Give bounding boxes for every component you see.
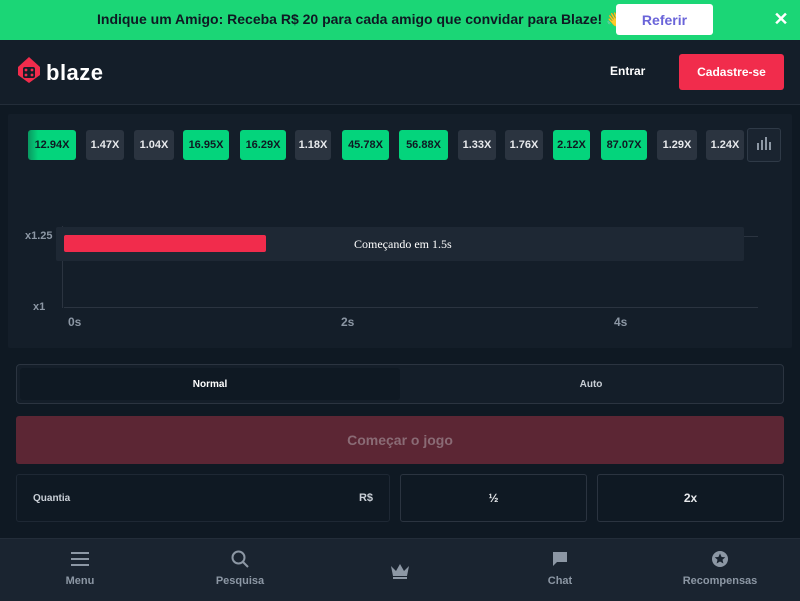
- nav-search-label: Pesquisa: [215, 575, 265, 587]
- x-axis-label: 2s: [341, 315, 355, 329]
- nav-search[interactable]: Pesquisa: [200, 539, 280, 601]
- y-axis-label: x1: [33, 301, 46, 313]
- top-header: blaze Entrar Cadastre-se: [0, 40, 800, 105]
- history-chip: 87.07X: [601, 130, 647, 160]
- bottom-navigation: Menu Pesquisa Chat Recompensas: [0, 538, 800, 601]
- tab-normal[interactable]: Normal: [20, 368, 400, 400]
- stats-button[interactable]: [747, 128, 781, 162]
- nav-chat[interactable]: Chat: [520, 539, 600, 601]
- nav-rewards[interactable]: Recompensas: [670, 539, 770, 601]
- referral-banner: Indique um Amigo: Receba R$ 20 para cada…: [0, 0, 800, 40]
- double-amount-button[interactable]: 2x: [597, 474, 784, 522]
- amount-field[interactable]: Quantia R$: [16, 474, 390, 522]
- amount-label: Quantia: [33, 493, 71, 504]
- rewards-star-icon: [711, 549, 729, 569]
- history-chip: 1.47X: [86, 130, 124, 160]
- history-chip: 16.29X: [240, 130, 286, 160]
- history-chip: 1.18X: [295, 130, 331, 160]
- login-button[interactable]: Entrar: [610, 64, 645, 78]
- history-chip: 45.78X: [342, 130, 389, 160]
- menu-icon: [71, 549, 89, 569]
- round-status-bar: Começando em 1.5s: [56, 227, 744, 261]
- nav-menu[interactable]: Menu: [40, 539, 120, 601]
- history-chip: 56.88X: [399, 130, 448, 160]
- blaze-logo[interactable]: blaze: [16, 56, 104, 89]
- crash-game-panel: 12.94X 1.47X 1.04X 16.95X 16.29X 1.18X 4…: [8, 114, 792, 348]
- x-axis-label: 4s: [614, 315, 628, 329]
- history-chip: 1.24X: [706, 130, 744, 160]
- tab-auto[interactable]: Auto: [402, 368, 780, 400]
- half-amount-button[interactable]: ½: [400, 474, 587, 522]
- search-icon: [231, 549, 249, 569]
- countdown-text: Começando em 1.5s: [354, 237, 452, 251]
- grid-line: [64, 307, 758, 308]
- refer-button[interactable]: Referir: [616, 4, 713, 35]
- blaze-logo-icon: [16, 56, 42, 89]
- history-chip: 1.76X: [505, 130, 543, 160]
- brand-name: blaze: [46, 59, 104, 85]
- x-axis-label: 0s: [68, 315, 82, 329]
- history-chip: 1.33X: [458, 130, 496, 160]
- nav-rewards-label: Recompensas: [682, 575, 758, 587]
- currency-label: R$: [358, 492, 373, 504]
- y-axis-label: x1.25: [25, 230, 53, 242]
- signup-button[interactable]: Cadastre-se: [679, 54, 784, 90]
- mode-tabs: Normal Auto: [16, 364, 784, 404]
- crown-icon: [390, 561, 410, 581]
- bar-chart-icon: [756, 136, 772, 155]
- history-fade: [8, 128, 38, 162]
- countdown-progress: [64, 235, 266, 252]
- chat-icon: [551, 549, 569, 569]
- referral-banner-text: Indique um Amigo: Receba R$ 20 para cada…: [97, 11, 624, 27]
- nav-menu-label: Menu: [65, 575, 95, 587]
- history-chip: 1.29X: [657, 130, 697, 160]
- history-chip: 1.04X: [134, 130, 174, 160]
- nav-chat-label: Chat: [547, 575, 573, 587]
- amount-input[interactable]: [97, 485, 361, 515]
- nav-casino[interactable]: [360, 539, 440, 601]
- history-chip: 2.12X: [553, 130, 590, 160]
- history-chip: 16.95X: [183, 130, 229, 160]
- close-icon[interactable]: ✕: [772, 10, 790, 28]
- start-game-button[interactable]: Começar o jogo: [16, 416, 784, 464]
- multiplier-history: 12.94X 1.47X 1.04X 16.95X 16.29X 1.18X 4…: [8, 128, 748, 162]
